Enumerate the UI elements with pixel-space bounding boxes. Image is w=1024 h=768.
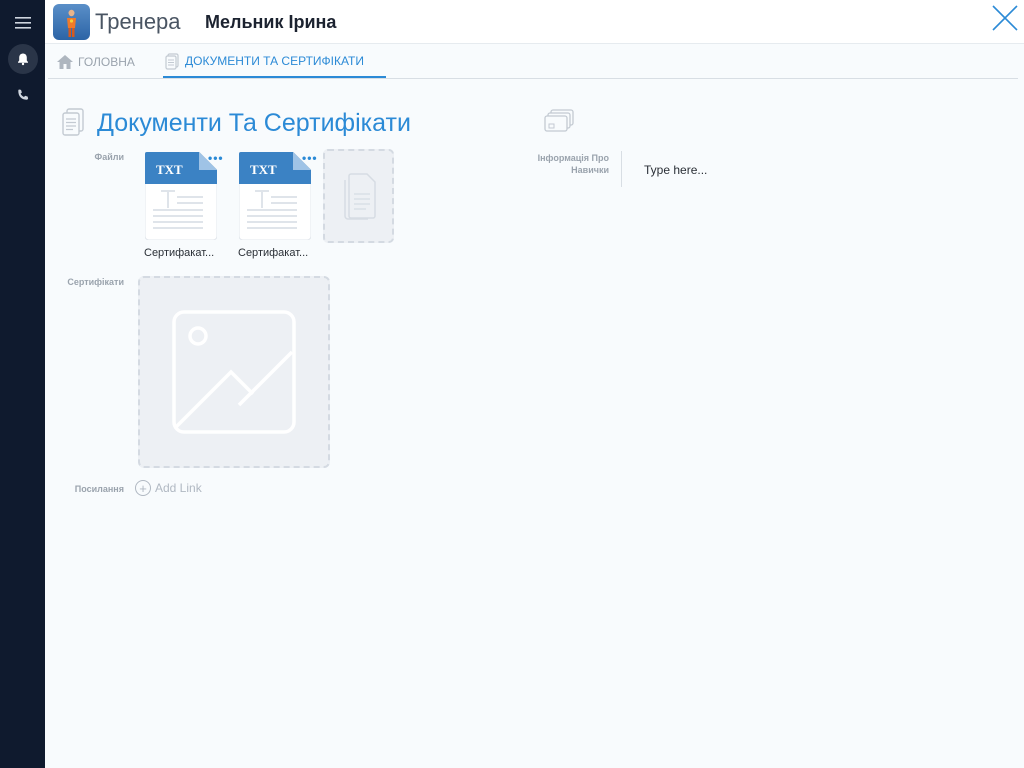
header: Тренера Мельник Ірина	[45, 0, 1024, 44]
home-icon	[56, 53, 74, 71]
left-rail	[0, 0, 45, 768]
gallery-icon	[543, 108, 575, 134]
add-file-dropzone[interactable]	[323, 149, 394, 243]
links-label: Посилання	[74, 484, 124, 494]
add-link-label: Add Link	[155, 481, 202, 495]
person-name: Мельник Ірина	[205, 12, 337, 32]
bell-icon[interactable]	[8, 44, 38, 74]
plus-icon: +	[135, 480, 151, 496]
file-name: Сертифакат...	[238, 247, 309, 259]
documents-section-icon	[61, 108, 85, 136]
image-placeholder-icon	[172, 310, 296, 434]
txt-file-icon: TXT	[145, 152, 217, 240]
tab-home[interactable]: ГОЛОВНА	[56, 46, 135, 78]
menu-icon[interactable]	[8, 8, 38, 38]
tab-home-label: ГОЛОВНА	[78, 55, 135, 69]
blank-document-icon	[343, 173, 376, 220]
txt-file-icon: TXT	[239, 152, 311, 240]
tab-documents-label: ДОКУМЕНТИ ТА СЕРТИФІКАТИ	[185, 54, 364, 68]
svg-text:TXT: TXT	[250, 162, 277, 177]
app-name: Тренера	[95, 9, 181, 34]
add-link-button[interactable]: + Add Link	[135, 479, 202, 497]
files-label: Файли	[94, 152, 124, 162]
svg-text:TXT: TXT	[156, 162, 183, 177]
skills-info-label: Інформація Про Навички	[537, 153, 609, 175]
file-item[interactable]: TXT ••• Сертифакат...	[238, 151, 317, 262]
more-options-icon[interactable]: •••	[208, 151, 224, 165]
close-icon[interactable]	[992, 5, 1018, 31]
skills-info-input[interactable]	[640, 158, 1000, 182]
app-logo-icon	[53, 4, 90, 40]
document-icon	[163, 52, 181, 70]
certificate-image-dropzone[interactable]	[138, 276, 330, 468]
more-options-icon[interactable]: •••	[302, 151, 318, 165]
section-title: Документи Та Сертифікати	[97, 109, 411, 137]
file-item[interactable]: TXT ••• Сертифакат...	[144, 151, 223, 262]
info-divider	[621, 151, 622, 187]
tab-documents[interactable]: ДОКУМЕНТИ ТА СЕРТИФІКАТИ	[163, 46, 386, 78]
phone-icon[interactable]	[8, 80, 38, 110]
tab-bar: ГОЛОВНА ДОКУМЕНТИ ТА СЕРТИФІКАТИ	[48, 46, 1018, 79]
certificates-label: Сертифікати	[67, 277, 124, 287]
file-name: Сертифакат...	[144, 247, 215, 259]
